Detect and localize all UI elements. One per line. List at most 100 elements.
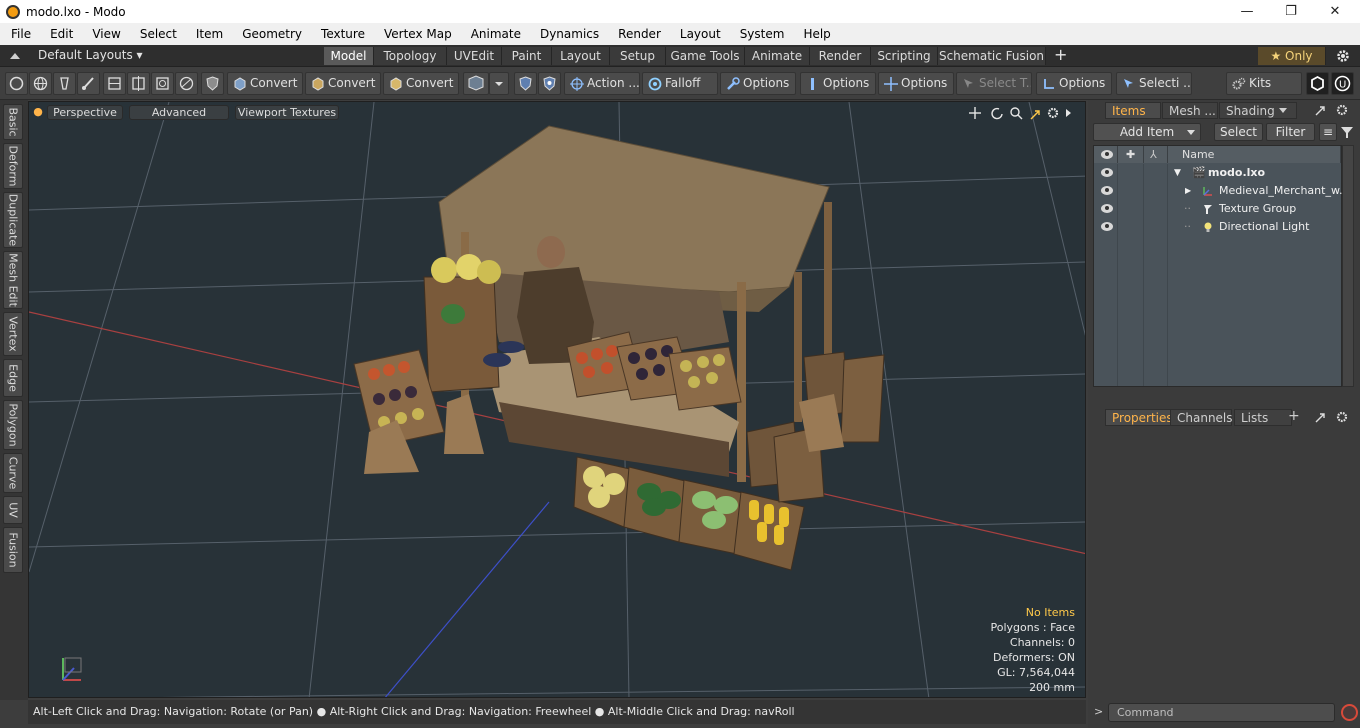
lock-column-header[interactable]: ✚ — [1118, 146, 1144, 163]
tab-topology[interactable]: Topology — [374, 47, 447, 65]
tab-paint[interactable]: Paint — [502, 47, 552, 65]
pan-icon[interactable] — [969, 107, 981, 119]
menu-file[interactable]: File — [0, 27, 39, 41]
filter-button[interactable]: Filter — [1266, 123, 1315, 141]
record-macro-icon[interactable] — [1341, 704, 1358, 721]
tab-model[interactable]: Model — [324, 47, 374, 65]
select-options-button[interactable]: Options — [1036, 72, 1112, 95]
list-item[interactable]: ▼ 🎬 modo.lxo — [1094, 164, 1341, 182]
expand-arrow-icon[interactable]: ▼ — [1174, 164, 1181, 182]
menu-item[interactable]: Item — [185, 27, 231, 41]
zoom-icon[interactable] — [1010, 107, 1023, 120]
symmetry-shield-icon[interactable] — [514, 72, 537, 95]
eye-icon[interactable] — [1101, 168, 1113, 177]
item-list-scrollbar[interactable] — [1342, 145, 1354, 387]
merchant-stall-model[interactable] — [353, 125, 885, 571]
pivot-options-button[interactable]: Options — [878, 72, 954, 95]
menu-view[interactable]: View — [81, 27, 128, 41]
panel-gear-icon[interactable] — [1336, 411, 1348, 423]
tab-mesh-ops[interactable]: Mesh ... — [1162, 102, 1218, 119]
visibility-column-header[interactable] — [1094, 146, 1118, 163]
minimize-button[interactable]: — — [1224, 0, 1270, 23]
viewport-textures-tab[interactable]: Viewport Textures — [235, 105, 339, 120]
globe-icon[interactable] — [29, 72, 52, 95]
vtab-basic[interactable]: Basic — [3, 104, 23, 140]
chevron-down-icon[interactable] — [1278, 107, 1288, 115]
shield-mode-icon[interactable] — [201, 72, 224, 95]
menu-select[interactable]: Select — [129, 27, 185, 41]
advanced-shading-tab[interactable]: Advanced — [129, 105, 229, 120]
perspective-view-tab[interactable]: Perspective — [47, 105, 123, 120]
action-center-button[interactable]: Action ... — [564, 72, 640, 95]
viewport-settings-gear-icon[interactable] — [1047, 107, 1059, 119]
viewport-menu-dot[interactable]: ● — [33, 105, 43, 120]
add-tab-button[interactable]: + — [1288, 408, 1300, 424]
menu-texture[interactable]: Texture — [310, 27, 373, 41]
vtab-curve[interactable]: Curve — [3, 453, 23, 493]
tab-layout[interactable]: Layout — [552, 47, 610, 65]
vertex-mode-icon[interactable] — [5, 72, 28, 95]
menu-animate[interactable]: Animate — [460, 27, 529, 41]
vtab-deform[interactable]: Deform — [3, 143, 23, 189]
menu-system[interactable]: System — [729, 27, 793, 41]
add-layout-tab-button[interactable]: + — [1054, 45, 1067, 64]
menu-vertex-map[interactable]: Vertex Map — [373, 27, 460, 41]
unreal-logo-icon[interactable]: U — [1331, 72, 1354, 95]
fit-icon[interactable] — [1030, 110, 1040, 120]
falloff-button[interactable]: Falloff — [642, 72, 718, 95]
pop-out-icon[interactable] — [1315, 413, 1325, 423]
menu-edit[interactable]: Edit — [39, 27, 81, 41]
select-button[interactable]: Select — [1214, 123, 1263, 141]
chevron-down-icon[interactable] — [1186, 129, 1196, 137]
convert-button-1[interactable]: Convert — [227, 72, 303, 95]
work-plane-icon[interactable] — [463, 72, 489, 95]
vtab-duplicate[interactable]: Duplicate — [3, 192, 23, 248]
select-through-button[interactable]: Select T... — [956, 72, 1032, 95]
tab-uvedit[interactable]: UVEdit — [447, 47, 502, 65]
selection-sets-button[interactable]: Selecti ... — [1116, 72, 1192, 95]
menu-layout[interactable]: Layout — [669, 27, 729, 41]
collapse-arrow-icon[interactable] — [9, 50, 21, 62]
vtab-mesh-edit[interactable]: Mesh Edit — [3, 251, 23, 309]
tab-schematic-fusion[interactable]: Schematic Fusion — [938, 47, 1046, 65]
list-item[interactable]: ·· Texture Group — [1094, 200, 1341, 218]
menu-help[interactable]: Help — [792, 27, 838, 41]
vtab-fusion[interactable]: Fusion — [3, 527, 23, 573]
list-options-icon[interactable]: ≡ — [1319, 123, 1337, 141]
only-toggle[interactable]: ★ Only — [1258, 47, 1326, 65]
tab-animate[interactable]: Animate — [745, 47, 810, 65]
tab-scripting[interactable]: Scripting — [871, 47, 938, 65]
material-mode-icon[interactable] — [175, 72, 198, 95]
item-mode-icon[interactable] — [151, 72, 174, 95]
maximize-button[interactable]: ❐ — [1268, 0, 1314, 23]
convert-button-3[interactable]: Convert — [383, 72, 459, 95]
snapping-options-button[interactable]: Options — [800, 72, 876, 95]
list-item[interactable]: ▶ Medieval_Merchant_w... — [1094, 182, 1349, 200]
panel-window-controls-lower[interactable] — [1314, 410, 1358, 424]
pop-out-icon[interactable] — [1315, 106, 1325, 116]
rotate-icon[interactable] — [991, 107, 1003, 120]
snap-shield-icon[interactable] — [538, 72, 561, 95]
tab-render[interactable]: Render — [810, 47, 871, 65]
vtab-polygon[interactable]: Polygon — [3, 400, 23, 450]
polygon-mode-icon[interactable] — [127, 72, 150, 95]
vtab-uv[interactable]: UV — [3, 496, 23, 524]
tab-setup[interactable]: Setup — [610, 47, 666, 65]
tab-lists[interactable]: Lists — [1234, 409, 1292, 426]
falloff-options-button[interactable]: Options — [720, 72, 796, 95]
default-layouts-dropdown[interactable]: Default Layouts ▾ — [38, 48, 143, 62]
add-item-button[interactable]: Add Item — [1093, 123, 1201, 141]
3d-viewport[interactable]: ● Perspective Advanced Viewport Textures… — [28, 101, 1086, 698]
viewport-more-arrow-icon[interactable] — [1066, 109, 1071, 117]
list-item[interactable]: ·· Directional Light — [1094, 218, 1341, 236]
pen-icon[interactable] — [53, 72, 76, 95]
tab-game-tools[interactable]: Game Tools — [666, 47, 745, 65]
convert-button-2[interactable]: Convert — [305, 72, 381, 95]
panel-gear-icon[interactable] — [1336, 104, 1348, 116]
vtab-edge[interactable]: Edge — [3, 359, 23, 397]
eye-icon[interactable] — [1101, 222, 1113, 231]
viewport-nav-controls[interactable] — [967, 105, 1077, 121]
type-column-header[interactable]: ⅄ — [1144, 146, 1168, 163]
gear-icon[interactable] — [1336, 49, 1350, 63]
menu-render[interactable]: Render — [607, 27, 669, 41]
